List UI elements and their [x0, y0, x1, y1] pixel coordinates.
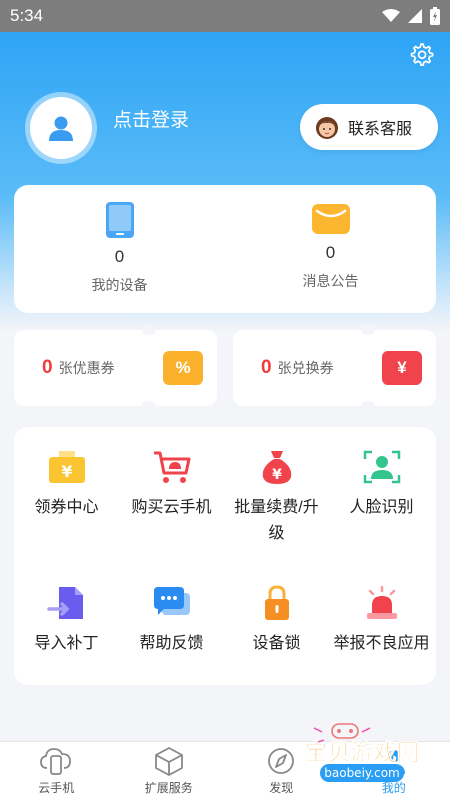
avatar[interactable]	[25, 92, 97, 164]
bottom-tab-bar: 云手机 扩展服务 发现 我的	[0, 741, 450, 800]
face-recognition[interactable]: 人脸识别	[329, 449, 434, 521]
gamepad-icon	[313, 723, 371, 743]
coupon-notch-bottom	[142, 401, 156, 411]
face-scan-icon	[363, 450, 400, 484]
devices-label: 我的设备	[91, 277, 148, 293]
devices-count: 0	[114, 247, 125, 266]
person-icon	[382, 750, 405, 774]
tab-extended-services[interactable]: 扩展服务	[113, 742, 226, 800]
coupon-notch-top	[361, 325, 375, 335]
discount-coupons[interactable]: 0 张优惠券 %	[14, 325, 217, 411]
exchange-coupon-count: 0	[261, 357, 272, 378]
compass-icon	[268, 748, 295, 774]
function-grid: ¥ 领券中心 购买云手机 ¥ 批量续费/升级 人脸识别 导入补丁 帮助反馈 设备…	[14, 427, 436, 685]
coupon-center-label: 领券中心	[34, 499, 99, 516]
yuan-symbol: ¥	[397, 358, 407, 377]
exchange-coupon-label: 张兑换券	[277, 360, 334, 376]
tablet-icon	[105, 202, 134, 238]
coupon-center[interactable]: ¥ 领券中心	[14, 449, 119, 521]
help-feedback-label: 帮助反馈	[139, 635, 204, 652]
login-link[interactable]: 点击登录	[113, 105, 189, 132]
cube-icon	[154, 747, 183, 776]
chat-bubbles-icon	[153, 587, 190, 615]
yuan-ticket-icon: ¥	[382, 351, 422, 385]
batch-renew-upgrade-label: 批量续费/升级	[234, 499, 319, 542]
user-icon	[49, 116, 73, 141]
status-icons	[382, 7, 440, 25]
my-devices[interactable]: 0 我的设备	[14, 185, 225, 313]
cloud-phone-icon	[40, 748, 72, 775]
notices-count: 0	[325, 243, 336, 262]
message-notices[interactable]: 0 消息公告	[225, 185, 436, 313]
stats-card: 0 我的设备 0 消息公告	[14, 185, 436, 313]
notices-label: 消息公告	[302, 273, 359, 289]
customer-service-avatar-icon	[316, 117, 338, 139]
lock-icon	[264, 585, 289, 620]
import-patch[interactable]: 导入补丁	[14, 585, 119, 657]
discount-coupon-label: 张优惠券	[58, 360, 115, 376]
coupon-notch-top	[142, 325, 156, 335]
signal-icon	[408, 9, 422, 23]
svg-text:¥: ¥	[272, 467, 282, 483]
exchange-coupons[interactable]: 0 张兑换券 ¥	[233, 325, 436, 411]
envelope-icon	[311, 204, 350, 234]
device-lock-label: 设备锁	[252, 635, 301, 652]
status-time: 5:34	[10, 6, 44, 25]
device-lock[interactable]: 设备锁	[224, 585, 329, 657]
alarm-light-icon	[366, 585, 397, 619]
tab-extended-services-label: 扩展服务	[144, 781, 193, 795]
discount-coupon-count: 0	[42, 357, 53, 378]
tab-mine-label: 我的	[381, 781, 406, 795]
tab-discover[interactable]: 发现	[225, 742, 338, 800]
percent-symbol: %	[175, 358, 191, 377]
report-bad-app-label: 举报不良应用	[333, 635, 430, 652]
shopping-cart-icon	[153, 451, 190, 483]
contact-support-button[interactable]: 联系客服	[300, 104, 438, 150]
batch-renew-upgrade[interactable]: ¥ 批量续费/升级	[224, 449, 329, 547]
avatar-inner	[30, 97, 92, 159]
report-bad-app[interactable]: 举报不良应用	[329, 585, 434, 657]
percent-ticket-icon: %	[163, 351, 203, 385]
money-bag-icon: ¥	[262, 451, 291, 484]
status-bar: 5:34	[0, 0, 450, 32]
face-recognition-label: 人脸识别	[349, 499, 414, 516]
buy-cloud-phone-label: 购买云手机	[131, 499, 212, 516]
tab-cloud-phone-label: 云手机	[38, 781, 75, 795]
tab-mine[interactable]: 我的	[338, 742, 450, 800]
tab-cloud-phone[interactable]: 云手机	[0, 742, 113, 800]
coupon-ticket-icon: ¥	[48, 451, 85, 483]
coupon-notch-bottom	[361, 401, 375, 411]
gear-icon[interactable]	[408, 42, 434, 68]
battery-icon	[430, 7, 440, 25]
import-patch-label: 导入补丁	[34, 635, 99, 652]
help-feedback[interactable]: 帮助反馈	[119, 585, 224, 657]
tab-discover-label: 发现	[269, 781, 294, 795]
wifi-icon	[382, 9, 400, 22]
buy-cloud-phone[interactable]: 购买云手机	[119, 449, 224, 521]
file-import-icon	[46, 587, 83, 619]
contact-support-label: 联系客服	[348, 121, 413, 138]
svg-text:¥: ¥	[61, 462, 72, 481]
